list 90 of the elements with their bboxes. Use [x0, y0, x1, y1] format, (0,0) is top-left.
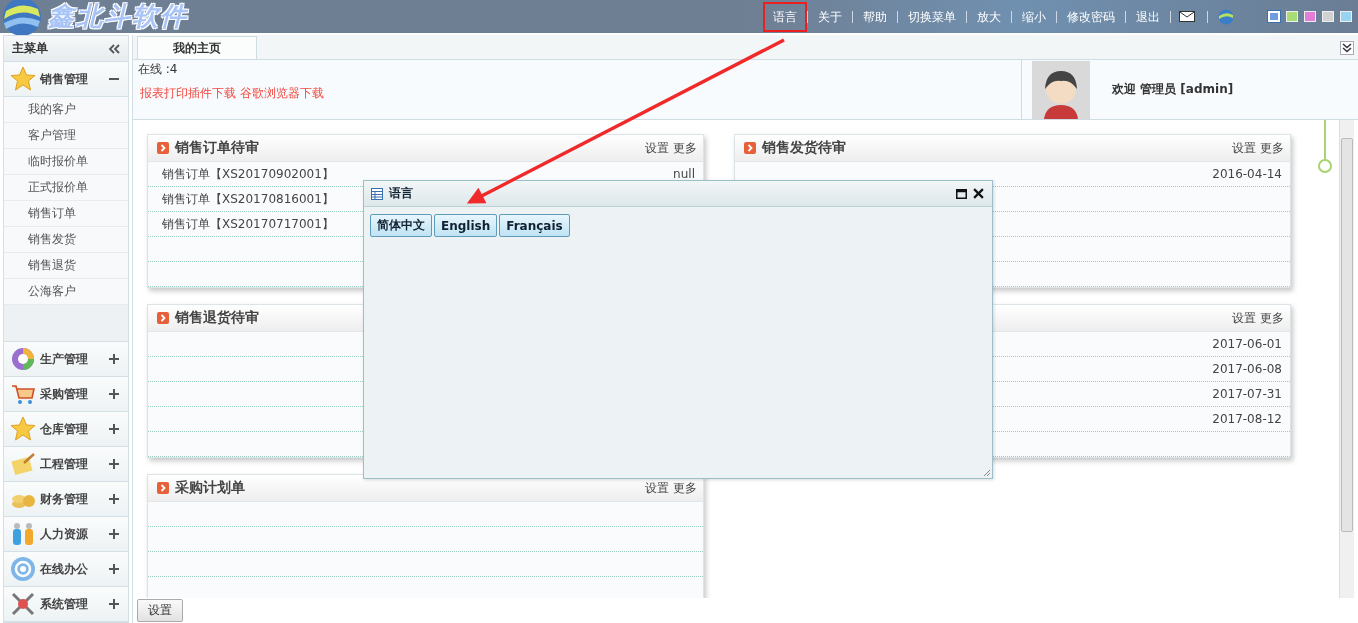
- panel-link[interactable]: 设置: [1232, 309, 1256, 327]
- panel-title: 销售发货待审: [762, 139, 846, 157]
- menu-item[interactable]: 我的客户: [4, 97, 128, 123]
- tools-icon: [10, 591, 36, 617]
- list-item-link[interactable]: 销售订单【XS20170816001】: [162, 190, 334, 208]
- nav-link[interactable]: 修改密码: [1057, 1, 1125, 32]
- maximize-icon[interactable]: [956, 188, 967, 199]
- plus-icon: [108, 458, 120, 470]
- notepad-icon: [10, 451, 36, 477]
- tab[interactable]: 我的主页: [137, 36, 257, 59]
- nav-link[interactable]: 退出: [1126, 1, 1170, 32]
- menu-group[interactable]: 工程管理: [4, 447, 128, 482]
- plus-icon: [108, 353, 120, 365]
- star-icon: [10, 416, 36, 442]
- menu-item[interactable]: 临时报价单: [4, 149, 128, 175]
- language-button[interactable]: Français: [499, 214, 570, 237]
- list-item-link[interactable]: 销售订单【XS20170717001】: [162, 215, 334, 233]
- nav-link[interactable]: 语言: [763, 1, 807, 32]
- skin-swatch[interactable]: [1340, 11, 1352, 22]
- item-date: 2017-06-01: [1212, 337, 1282, 351]
- nav-link[interactable]: 帮助: [853, 1, 897, 32]
- download-link[interactable]: 谷歌浏览器下载: [240, 85, 324, 102]
- panel-link[interactable]: 更多: [1260, 309, 1284, 327]
- download-link[interactable]: 报表打印插件下载: [140, 85, 236, 102]
- chevron-right-icon: [744, 142, 756, 154]
- menu-group[interactable]: 在线办公: [4, 552, 128, 587]
- menu-group[interactable]: 仓库管理: [4, 412, 128, 447]
- panel-link[interactable]: 设置: [645, 139, 669, 157]
- chevron-right-icon: [157, 312, 169, 324]
- at-sign-icon: [10, 556, 36, 582]
- online-count: 在线 :4: [138, 61, 178, 78]
- welcome-text: 欢迎 管理员 [admin]: [1112, 81, 1234, 98]
- plus-icon: [108, 423, 120, 435]
- menu-group[interactable]: 系统管理: [4, 587, 128, 622]
- menu-item[interactable]: 公海客户: [4, 279, 128, 305]
- plus-icon: [108, 598, 120, 610]
- menu-item[interactable]: 客户管理: [4, 123, 128, 149]
- menu-group[interactable]: 采购管理: [4, 377, 128, 412]
- item-date: 2017-08-12: [1212, 412, 1282, 426]
- table-icon: [371, 187, 383, 200]
- menu-item[interactable]: 正式报价单: [4, 175, 128, 201]
- skin-swatch[interactable]: [1304, 11, 1316, 22]
- item-date: null: [673, 167, 695, 181]
- plus-icon: [108, 388, 120, 400]
- plus-icon: [108, 563, 120, 575]
- panel-title: 销售订单待审: [175, 139, 259, 157]
- panel-title: 销售退货待审: [175, 309, 259, 327]
- panel-link[interactable]: 更多: [673, 139, 697, 157]
- chevron-down-icon[interactable]: [1340, 41, 1354, 55]
- panel-title: 采购计划单: [175, 479, 245, 497]
- menu-group[interactable]: 销售管理: [4, 62, 128, 97]
- language-button[interactable]: English: [434, 214, 498, 237]
- chevron-right-icon: [157, 482, 169, 494]
- menu-item[interactable]: 销售订单: [4, 201, 128, 227]
- vertical-scrollbar[interactable]: [1339, 120, 1354, 598]
- panel-link[interactable]: 设置: [645, 479, 669, 497]
- collapse-icon[interactable]: [108, 43, 120, 54]
- menu-group[interactable]: 人力资源: [4, 517, 128, 552]
- nav-link[interactable]: 关于: [808, 1, 852, 32]
- globe-logo-icon: [2, 0, 42, 37]
- menu-item[interactable]: 销售发货: [4, 227, 128, 253]
- panel-link[interactable]: 更多: [1260, 139, 1284, 157]
- item-date: 2017-06-08: [1212, 362, 1282, 376]
- menu-group[interactable]: 财务管理: [4, 482, 128, 517]
- menu-group[interactable]: 生产管理: [4, 342, 128, 377]
- item-date: 2017-07-31: [1212, 387, 1282, 401]
- photo-ring-icon: [10, 346, 36, 372]
- star-icon: [10, 66, 36, 92]
- mail-icon[interactable]: [1179, 11, 1195, 22]
- menu-item[interactable]: 销售退货: [4, 253, 128, 279]
- item-date: 2016-04-14: [1212, 167, 1282, 181]
- logo-text: 鑫北斗软件: [48, 0, 188, 33]
- resize-grip-icon[interactable]: [983, 469, 991, 477]
- scrollbar-thumb[interactable]: [1341, 138, 1353, 532]
- skin-swatch[interactable]: [1322, 11, 1334, 22]
- people-icon: [10, 521, 36, 547]
- dialog-title: 语言: [389, 185, 413, 202]
- panel-link[interactable]: 设置: [1232, 139, 1256, 157]
- list-item-link[interactable]: 销售订单【XS20170902001】: [162, 165, 334, 183]
- plus-icon: [108, 528, 120, 540]
- chevron-right-icon: [157, 142, 169, 154]
- sidebar-title: 主菜单: [12, 40, 48, 57]
- settings-button[interactable]: 设置: [137, 599, 183, 622]
- language-button[interactable]: 简体中文: [370, 214, 432, 237]
- skin-swatch[interactable]: [1286, 11, 1298, 22]
- close-icon[interactable]: [973, 188, 984, 199]
- panel-link[interactable]: 更多: [673, 479, 697, 497]
- globe-icon[interactable]: [1218, 8, 1234, 25]
- nav-link[interactable]: 切换菜单: [898, 1, 966, 32]
- plus-icon: [108, 493, 120, 505]
